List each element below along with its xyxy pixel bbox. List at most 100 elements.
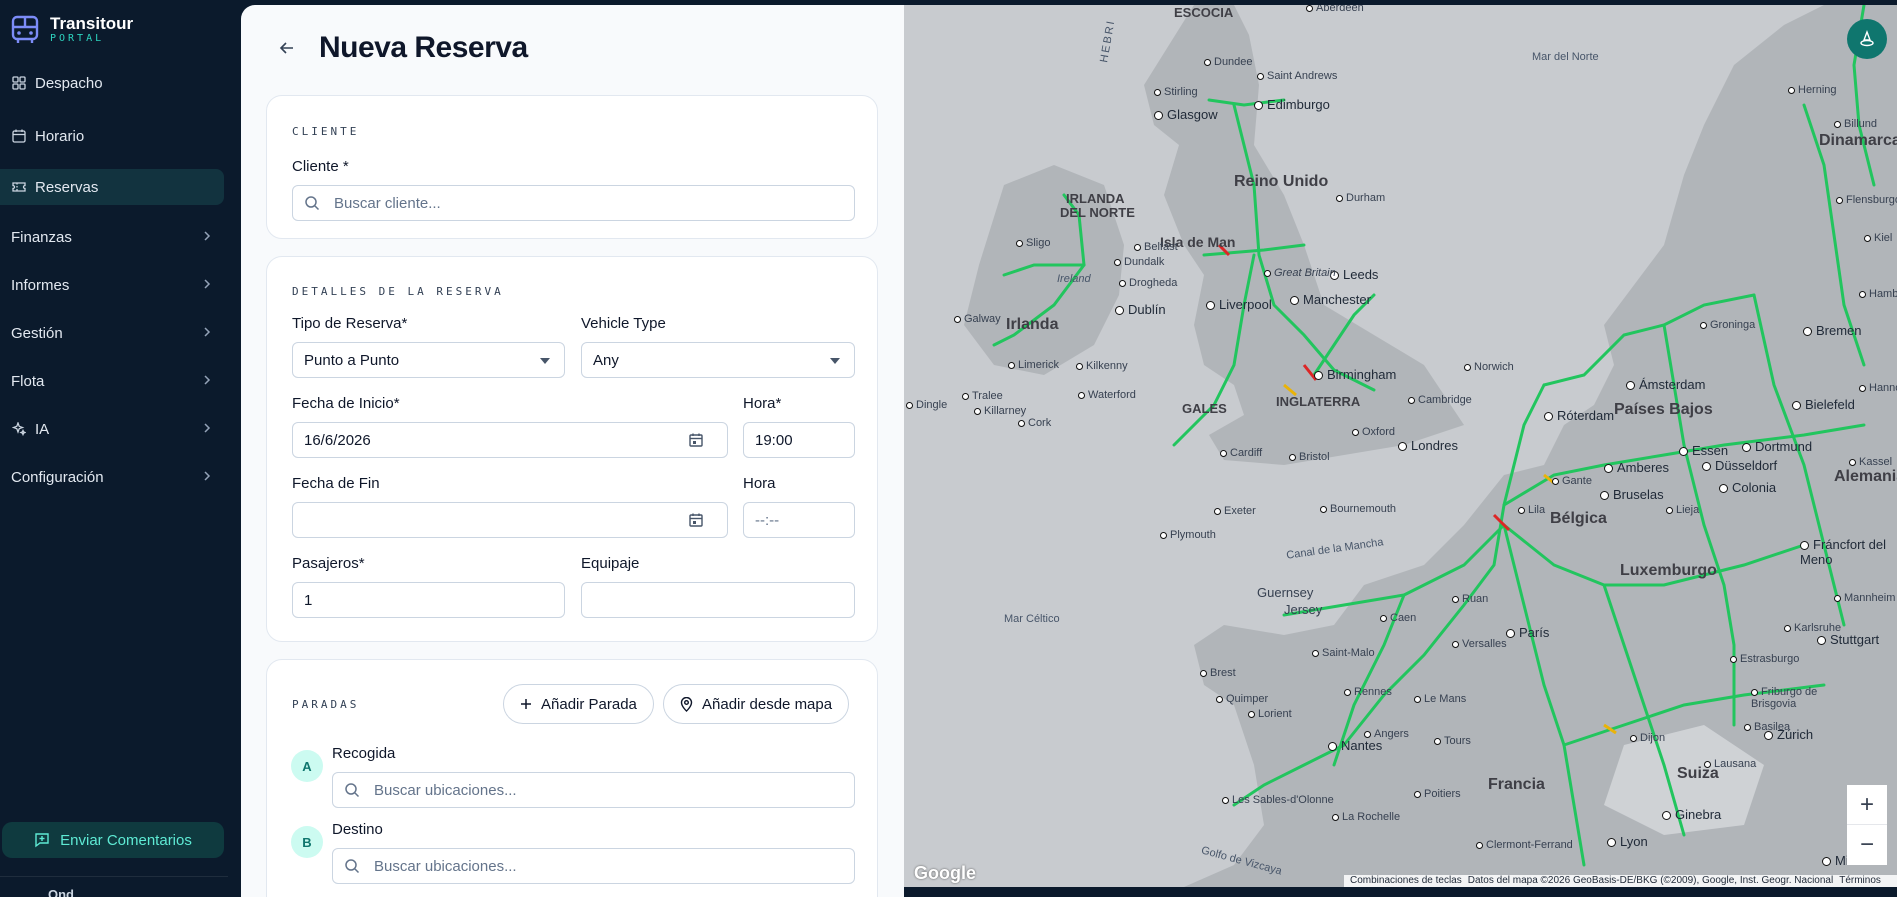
terms-link[interactable]: Términos: [1839, 875, 1881, 887]
keyboard-shortcuts-link[interactable]: Combinaciones de teclas: [1350, 875, 1462, 887]
map-country-label: Reino Unido: [1234, 173, 1329, 190]
client-card: CLIENTE Cliente * Buscar cliente...: [266, 95, 878, 239]
pickup-placeholder: Buscar ubicaciones...: [374, 781, 517, 799]
map-town-label: Hannover: [1859, 382, 1897, 394]
map-town-label: Dundalk: [1114, 256, 1164, 268]
map-town-label: Angers: [1364, 728, 1409, 740]
map-town-label: Le Mans: [1414, 693, 1466, 705]
map-city-label: Bremen: [1803, 323, 1862, 338]
pickup-location-input[interactable]: Buscar ubicaciones...: [332, 772, 855, 808]
map-city-label: Bielefeld: [1792, 397, 1855, 412]
nav-label: Despacho: [35, 74, 103, 92]
nav-item-informes[interactable]: Informes: [0, 267, 224, 303]
search-icon: [345, 859, 360, 874]
map-town-label: Kiel: [1864, 232, 1892, 244]
map-city-label: Bruselas: [1600, 487, 1664, 502]
nav-label: IA: [35, 420, 50, 438]
zoom-out-button[interactable]: −: [1847, 825, 1887, 865]
map-city-label: Lyon: [1607, 834, 1648, 849]
map-town-label: Lorient: [1248, 708, 1292, 720]
destination-location-input[interactable]: Buscar ubicaciones...: [332, 848, 855, 884]
send-feedback-button[interactable]: Enviar Comentarios: [2, 822, 224, 858]
add-stop-button[interactable]: Añadir Parada: [503, 684, 654, 724]
map-sea-label: Mar del Norte: [1532, 51, 1599, 63]
map-data-credit: Datos del mapa ©2026 GeoBasis-DE/BKG (©2…: [1467, 875, 1834, 886]
page-title: Nueva Reserva: [319, 31, 528, 64]
map-city-label: Colonia: [1719, 480, 1776, 495]
nav-item-despacho[interactable]: Despacho: [0, 65, 224, 101]
client-search-input[interactable]: Buscar cliente...: [292, 185, 855, 221]
passengers-input[interactable]: 1: [292, 582, 565, 618]
chevron-right-icon: [204, 231, 211, 241]
page-header: Nueva Reserva: [277, 31, 528, 65]
map-country-label: ESCOCIA: [1174, 5, 1234, 20]
nav-item-ia[interactable]: IA: [0, 411, 224, 447]
end-date-input[interactable]: [292, 502, 728, 538]
map-city-label: Düsseldorf: [1702, 458, 1777, 473]
booking-type-select[interactable]: Punto a Punto: [292, 342, 565, 378]
calendar-icon[interactable]: [689, 513, 703, 527]
map-town-label: Tralee: [962, 390, 1003, 402]
nav-item-gestion[interactable]: Gestión: [0, 315, 224, 351]
caret-down-icon: [540, 358, 550, 364]
sparkle-icon: [12, 422, 26, 436]
nav-label: Horario: [35, 127, 85, 145]
map-town-label: Aberdeen: [1306, 5, 1364, 14]
search-icon: [345, 783, 360, 798]
map-view[interactable]: ESCOCIA Reino Unido IRLANDA DEL NORTE Ir…: [904, 5, 1897, 887]
map-country-label: Bélgica: [1550, 510, 1607, 527]
section-label-details: DETALLES DE LA RESERVA: [292, 285, 504, 298]
map-city-label: Ámsterdam: [1626, 377, 1705, 392]
nav-item-configuracion[interactable]: Configuración: [0, 459, 224, 495]
start-date-input[interactable]: 16/6/2026: [292, 422, 728, 458]
add-from-map-button[interactable]: Añadir desde mapa: [663, 684, 850, 724]
map-town-label: Kassel: [1849, 456, 1892, 468]
map-city-label: Amberes: [1604, 460, 1669, 475]
map-city-label: Stuttgart: [1817, 632, 1879, 647]
map-town-label: Ruan: [1452, 593, 1488, 605]
start-time-input[interactable]: 19:00: [743, 422, 855, 458]
arrow-left-icon[interactable]: [277, 38, 297, 58]
map-town-label: Lausana: [1704, 758, 1756, 770]
map-city-label: Fráncfort del Meno: [1800, 537, 1890, 567]
map-town-label: Poitiers: [1414, 788, 1461, 800]
luggage-label: Equipaje: [581, 555, 640, 572]
map-town-label: Clermont-Ferrand: [1476, 839, 1573, 851]
map-attribution: Combinaciones de teclas Datos del mapa ©…: [1344, 875, 1897, 887]
map-city-label: Londres: [1398, 438, 1458, 453]
map-town-label: Quimper: [1216, 693, 1268, 705]
map-town-label: Dundee: [1204, 56, 1253, 68]
luggage-input[interactable]: [581, 582, 855, 618]
vehicle-type-select[interactable]: Any: [581, 342, 855, 378]
nav-item-flota[interactable]: Flota: [0, 363, 224, 399]
zoom-in-button[interactable]: +: [1847, 785, 1887, 825]
end-time-input[interactable]: --:--: [743, 502, 855, 538]
map-country-label: Dinamarca: [1819, 132, 1897, 149]
map-town-label: Brest: [1200, 667, 1236, 679]
caret-down-icon: [830, 358, 840, 364]
brand-subtitle: PORTAL: [50, 33, 105, 44]
nav-label: Reservas: [35, 178, 99, 196]
section-label-stops: PARADAS: [292, 698, 360, 711]
user-name[interactable]: Ond...: [48, 887, 85, 897]
end-time-value: --:--: [755, 511, 780, 529]
map-city-label: Leeds: [1330, 267, 1378, 282]
nav-item-horario[interactable]: Horario: [0, 118, 224, 154]
add-from-map-label: Añadir desde mapa: [702, 695, 833, 713]
brand[interactable]: Transitour PORTAL: [10, 14, 133, 46]
nav-item-finanzas[interactable]: Finanzas: [0, 219, 224, 255]
start-time-value: 19:00: [755, 431, 793, 449]
calendar-icon: [12, 129, 26, 143]
map-town-label: Saint-Malo: [1312, 647, 1375, 659]
map-town-label: Groninga: [1700, 319, 1755, 331]
plus-icon: [521, 699, 531, 709]
map-town-label: La Rochelle: [1332, 811, 1400, 823]
map-city-label: Manchester: [1290, 292, 1371, 307]
map-town-label: Exeter: [1214, 505, 1256, 517]
nav-label: Flota: [11, 372, 45, 390]
calendar-icon[interactable]: [689, 433, 703, 447]
nav-item-reservas[interactable]: Reservas: [0, 169, 224, 205]
sidebar: Transitour PORTAL Despacho Horario Reser…: [0, 0, 241, 897]
locate-button[interactable]: [1847, 19, 1887, 59]
message-plus-icon: [35, 833, 49, 848]
